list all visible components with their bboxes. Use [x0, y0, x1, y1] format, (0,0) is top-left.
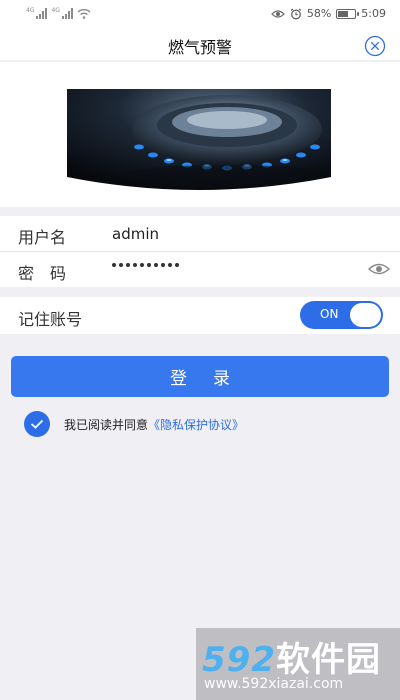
username-label: 用户名 [18, 228, 67, 247]
eye-icon[interactable] [368, 262, 390, 276]
network-type-1: 4G [26, 7, 35, 14]
toggle-knob [350, 303, 381, 327]
checkmark-icon [30, 419, 44, 429]
eye-comfort-icon [270, 9, 285, 18]
password-mask-dot [175, 263, 179, 267]
password-mask-dot [126, 263, 130, 267]
close-icon[interactable] [364, 35, 386, 57]
password-row: 密 码 [0, 252, 400, 287]
status-right: 58% 5:09 [270, 7, 386, 20]
username-input[interactable] [112, 221, 352, 246]
banner-area [0, 62, 400, 207]
site-watermark: 592软件园 www.592xiazai.com [196, 628, 400, 700]
battery-percent: 58% [306, 7, 332, 20]
signal-1-icon [36, 8, 48, 19]
toggle-state-text: ON [320, 307, 339, 321]
password-mask-dot [140, 263, 144, 267]
watermark-logo: 592软件园 [202, 632, 381, 681]
agreement-text: 我已阅读并同意 [64, 417, 149, 432]
password-mask-dot [112, 263, 116, 267]
password-mask-dot [147, 263, 151, 267]
signal-2-icon [61, 8, 73, 19]
wifi-icon [77, 9, 91, 19]
watermark-digits: 592 [202, 640, 276, 680]
battery-icon [336, 8, 360, 19]
page-title: 燃气预警 [167, 38, 232, 57]
password-mask-dot [154, 263, 158, 267]
remember-account-row: 记住账号 ON [0, 297, 400, 334]
watermark-url: www.592xiazai.com [204, 676, 344, 692]
agreement-row: 我已阅读并同意 《隐私保护协议》 [24, 411, 244, 437]
alarm-icon [290, 8, 302, 19]
gas-stove-banner-image [67, 89, 331, 190]
password-mask-dot [119, 263, 123, 267]
app-header: 燃气预警 [0, 30, 400, 60]
password-mask-dot [168, 263, 172, 267]
status-time: 5:09 [361, 7, 386, 20]
password-mask-dot [161, 263, 165, 267]
remember-account-label: 记住账号 [18, 310, 83, 329]
battery-level [338, 10, 348, 17]
watermark-brand: 软件园 [275, 640, 381, 680]
login-button[interactable]: 登录 [11, 356, 389, 397]
password-input[interactable] [112, 263, 179, 267]
password-label: 密 码 [18, 264, 67, 283]
status-bar: 4G 4G 58% 5:09 [0, 0, 400, 30]
password-mask-dot [133, 263, 137, 267]
username-row: 用户名 [0, 216, 400, 251]
status-left: 4G 4G [26, 8, 91, 19]
remember-account-toggle[interactable]: ON [300, 301, 383, 329]
privacy-policy-link[interactable]: 《隐私保护协议》 [148, 416, 244, 433]
agreement-checkbox[interactable] [24, 411, 50, 437]
network-type-2: 4G [51, 7, 60, 14]
